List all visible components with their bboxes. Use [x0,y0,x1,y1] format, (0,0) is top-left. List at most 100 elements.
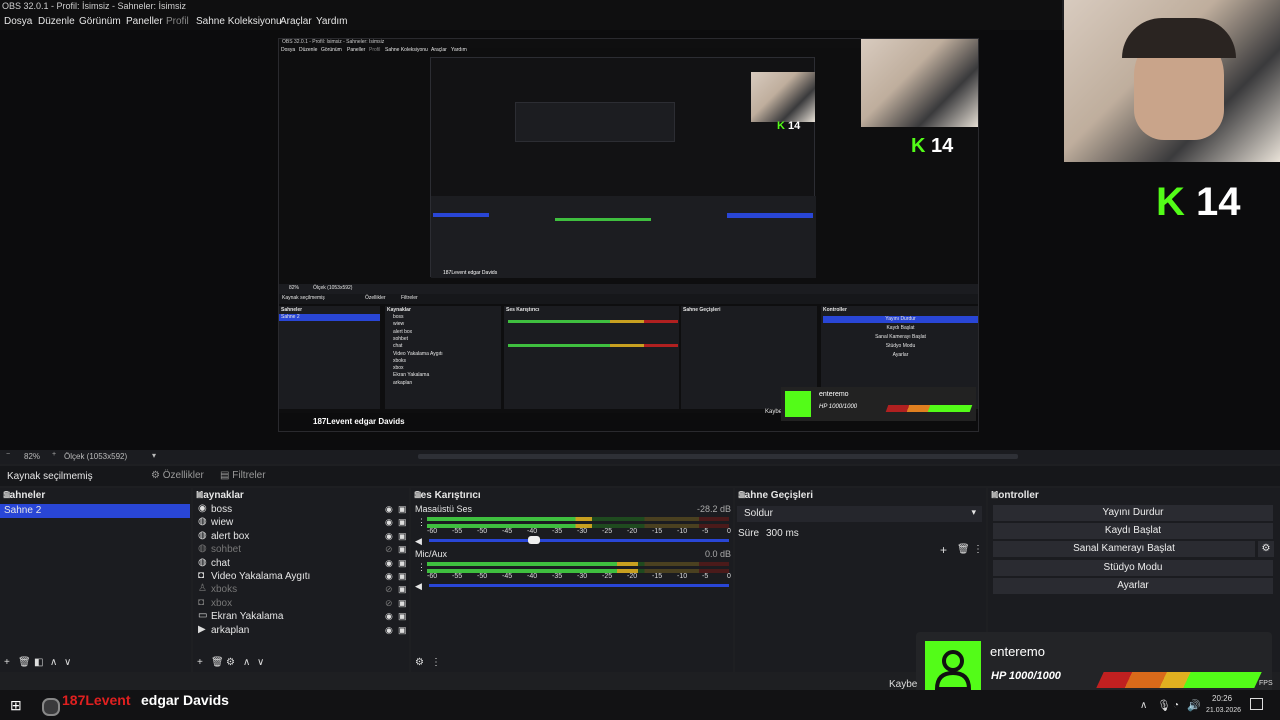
zoom-in-icon[interactable]: + [52,451,56,458]
stop-streaming-button[interactable]: Yayını Durdur [993,505,1273,521]
speaker-icon[interactable]: ◀ [415,581,422,592]
mixer-menu-icon[interactable]: ⋮ [431,657,441,668]
horizontal-scrollbar[interactable] [418,454,1018,459]
move-down-icon[interactable]: ∨ [64,657,71,668]
lock-icon[interactable]: ▣ [398,571,407,582]
user-icon: ◉ [198,503,207,514]
nested-deeper-stop-button [727,213,813,218]
volume-slider[interactable] [429,584,729,587]
source-item[interactable]: ◘ Video Yakalama Aygıtı ◉ ▣ [193,570,409,583]
source-item[interactable]: ◍ chat ◉ ▣ [193,557,409,570]
lock-icon[interactable]: ▣ [398,611,407,622]
filters-button[interactable]: ▤ Filtreler [220,470,266,481]
source-item[interactable]: ◘ xbox ⊘ ▣ [193,597,409,610]
advanced-audio-icon[interactable]: ⚙ [415,657,424,668]
start-recording-button[interactable]: Kaydı Başlat [993,523,1273,539]
eye-icon[interactable]: ◉ [385,625,393,636]
lock-icon[interactable]: ▣ [398,598,407,609]
undock-icon[interactable]: ▣ [991,490,1277,499]
menu-yardim[interactable]: Yardım [316,16,348,27]
source-label: Ekran Yakalama [211,611,284,623]
settings-button[interactable]: Ayarlar [993,578,1273,594]
channel-menu-icon[interactable]: ⋮ [417,562,426,573]
source-item[interactable]: ◍ sohbet ⊘ ▣ [193,543,409,556]
source-label: alert box [211,530,250,542]
add-transition-icon[interactable]: + [940,543,947,557]
remove-source-icon[interactable]: 🗑 [211,657,224,668]
scene-item-sahne-2[interactable]: Sahne 2 [0,504,190,518]
source-item[interactable]: ◉ boss ◉ ▣ [193,503,409,516]
source-item[interactable]: ◍ wiew ◉ ▣ [193,516,409,529]
lock-icon[interactable]: ▣ [398,517,407,528]
eye-closed-icon[interactable]: ⊘ [385,598,393,609]
eye-icon[interactable]: ◉ [385,611,393,622]
menu-gorunum[interactable]: Görünüm [79,16,121,27]
lock-icon[interactable]: ▣ [398,504,407,515]
notification-icon[interactable] [1250,698,1263,710]
lock-icon[interactable]: ▣ [398,625,407,636]
menu-profil[interactable]: Profil [166,16,189,27]
transition-select[interactable]: Soldur ▾ [737,506,982,522]
virtual-camera-settings-icon[interactable]: ⚙ [1258,541,1274,557]
sources-dock: Kaynaklar ▣ ◉ boss ◉ ▣ ◍ wiew ◉ ▣ ◍ alert box ◉ ▣ ◍ so… [193,488,409,672]
eye-icon[interactable]: ◉ [385,531,393,542]
volume-slider[interactable] [429,539,729,542]
lock-icon[interactable]: ▣ [398,531,407,542]
scene-filters-icon[interactable]: ◧ [34,657,43,668]
volume-icon[interactable]: 🔊 [1187,699,1201,712]
undock-icon[interactable]: ▣ [414,490,730,499]
eye-icon[interactable]: ◉ [385,504,393,515]
menu-araclar[interactable]: Araçlar [280,16,312,27]
move-down-icon[interactable]: ∨ [257,657,264,668]
transition-menu-icon[interactable]: ⋮ [973,544,983,555]
lock-icon[interactable]: ▣ [398,558,407,569]
source-item[interactable]: ▭ Ekran Yakalama ◉ ▣ [193,610,409,623]
menu-duzenle[interactable]: Düzenle [38,16,75,27]
wifi-icon[interactable]: ◔ [1173,700,1179,711]
obs-taskbar-icon[interactable] [42,698,60,716]
eye-icon[interactable]: ◉ [385,517,393,528]
eye-closed-icon[interactable]: ⊘ [385,584,393,595]
channel-menu-icon[interactable]: ⋮ [417,517,426,528]
source-label: xbox [211,597,233,609]
zoom-out-icon[interactable]: − [6,451,10,458]
alert-hp: HP 1000/1000 [991,670,1061,682]
nested-deeper-k14: K 14 [777,120,801,132]
nested-source-item: Ekran Yakalama [393,372,430,379]
move-up-icon[interactable]: ∧ [50,657,57,668]
source-item[interactable]: ♙ xboks ⊘ ▣ [193,583,409,596]
source-item[interactable]: ▶ arkaplan ◉ ▣ [193,624,409,637]
source-label: xboks [211,584,238,596]
undock-icon[interactable]: ▣ [196,490,406,499]
meter-tick: -20 [627,573,638,580]
eye-icon[interactable]: ◉ [385,558,393,569]
windows-start-icon[interactable]: ⊞ [10,697,22,714]
eye-closed-icon[interactable]: ⊘ [385,544,393,555]
properties-button[interactable]: ⚙ Özellikler [151,470,204,481]
move-up-icon[interactable]: ∧ [243,657,250,668]
chevron-up-icon[interactable]: ∧ [1140,700,1147,711]
scale-dropdown-icon[interactable]: ▾ [152,451,156,460]
menu-sahne-koleksiyonu[interactable]: Sahne Koleksiyonu [196,16,282,27]
preview-status-bar: − 82% + Ölçek (1053x592) ▾ [0,450,1280,464]
source-item[interactable]: ◍ alert box ◉ ▣ [193,530,409,543]
duration-input[interactable]: 300 ms [766,528,799,539]
menu-paneller[interactable]: Paneller [126,16,163,27]
microphone-icon[interactable]: 🎙 [1157,699,1171,712]
eye-icon[interactable]: ◉ [385,571,393,582]
remove-scene-icon[interactable]: 🗑 [18,657,31,668]
volume-slider-handle[interactable] [528,536,541,544]
source-settings-icon[interactable]: ⚙ [226,657,235,668]
add-scene-icon[interactable]: + [4,657,10,668]
lock-icon[interactable]: ▣ [398,544,407,555]
speaker-icon[interactable]: ◀ [415,536,422,547]
start-virtual-camera-button[interactable]: Sanal Kamerayı Başlat [993,541,1255,557]
clock-date: 21.03.2026 [1206,707,1242,714]
remove-transition-icon[interactable]: 🗑 [957,544,970,555]
lock-icon[interactable]: ▣ [398,584,407,595]
undock-icon[interactable]: ▣ [3,490,188,499]
add-source-icon[interactable]: + [197,657,203,668]
studio-mode-button[interactable]: Stüdyo Modu [993,560,1273,576]
menu-dosya[interactable]: Dosya [4,16,32,27]
undock-icon[interactable]: ▣ [738,490,983,499]
